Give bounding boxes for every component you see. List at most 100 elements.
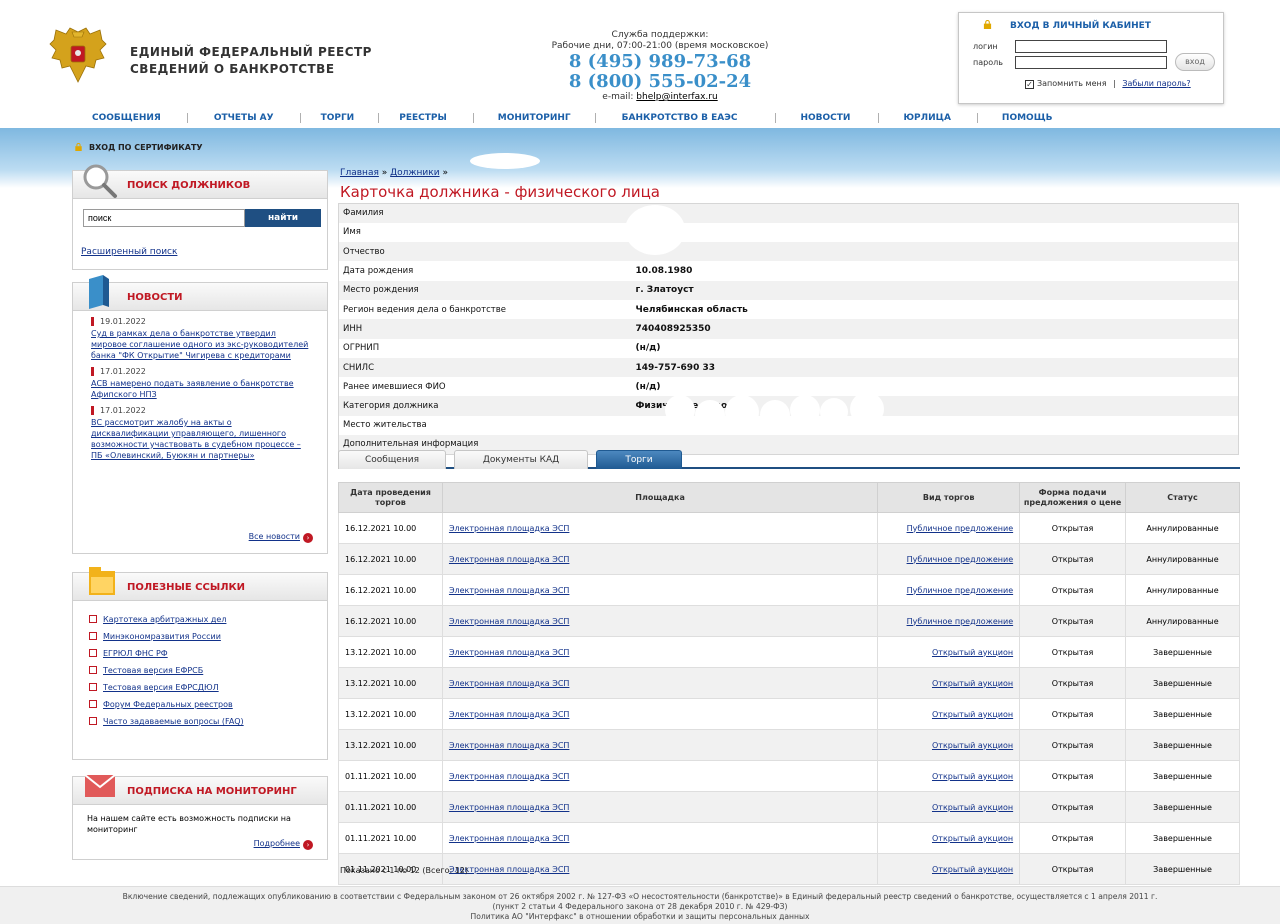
news-link[interactable]: АСВ намерено подать заявление о банкротс… — [91, 378, 311, 400]
trades-table: Дата проведения торгов Площадка Вид торг… — [338, 482, 1240, 885]
news-panel-header: НОВОСТИ — [73, 275, 327, 311]
debtor-field-value: Челябинская область — [635, 304, 748, 315]
trade-type-cell: Публичное предложение — [877, 543, 1021, 575]
trade-type-link[interactable]: Открытый аукцион — [932, 865, 1013, 874]
table-row: 01.11.2021 10.00 Электронная площадка ЭСП… — [338, 760, 1240, 792]
col-header-site[interactable]: Площадка — [441, 482, 879, 513]
book-icon — [89, 275, 109, 309]
trade-type-cell: Открытый аукцион — [877, 853, 1021, 885]
trade-form-cell: Открытая — [1019, 729, 1127, 761]
search-button[interactable]: найти — [245, 209, 321, 227]
trade-site-link[interactable]: Электронная площадка ЭСП — [449, 772, 569, 781]
password-input[interactable] — [1015, 56, 1167, 69]
trade-type-link[interactable]: Открытый аукцион — [932, 834, 1013, 843]
trade-type-link[interactable]: Публичное предложение — [907, 586, 1014, 595]
trade-site-link[interactable]: Электронная площадка ЭСП — [449, 586, 569, 595]
all-news-link[interactable]: Все новости — [249, 532, 300, 541]
trade-status-cell: Завершенные — [1125, 822, 1240, 854]
breadcrumb-sep: » — [381, 168, 388, 178]
news-date: 19.01.2022 — [91, 317, 311, 326]
table-row: 16.12.2021 10.00 Электронная площадка ЭСП… — [338, 543, 1240, 575]
debtor-field-label: Место жительства — [343, 420, 427, 431]
link-faq[interactable]: Часто задаваемые вопросы (FAQ) — [103, 717, 244, 726]
link-egrul[interactable]: ЕГРЮЛ ФНС РФ — [103, 649, 168, 658]
trade-type-link[interactable]: Публичное предложение — [907, 555, 1014, 564]
trade-site-link[interactable]: Электронная площадка ЭСП — [449, 710, 569, 719]
support-block: Служба поддержки: Рабочие дни, 07:00-21:… — [540, 30, 780, 103]
trade-type-link[interactable]: Публичное предложение — [907, 524, 1014, 533]
trade-type-link[interactable]: Открытый аукцион — [932, 648, 1013, 657]
debtor-info-row: СНИЛС 149-757-690 33 — [338, 357, 1239, 378]
trade-type-link[interactable]: Открытый аукцион — [932, 741, 1013, 750]
tab-kad-documents[interactable]: Документы КАД — [454, 450, 588, 469]
trade-site-link[interactable]: Электронная площадка ЭСП — [449, 617, 569, 626]
arrow-right-icon[interactable]: › — [303, 840, 313, 850]
table-row: 13.12.2021 10.00 Электронная площадка ЭСП… — [338, 729, 1240, 761]
forgot-password-link[interactable]: Забыли пароль? — [1122, 79, 1190, 88]
col-header-date[interactable]: Дата проведения торгов — [338, 482, 443, 513]
links-panel-header: ПОЛЕЗНЫЕ ССЫЛКИ — [73, 567, 327, 601]
login-input[interactable] — [1015, 40, 1167, 53]
trade-site-link[interactable]: Электронная площадка ЭСП — [449, 741, 569, 750]
link-test-efrsdul[interactable]: Тестовая версия ЕФРСДЮЛ — [103, 683, 219, 692]
col-header-form[interactable]: Форма подачи предложения о цене — [1019, 482, 1127, 513]
trade-type-link[interactable]: Открытый аукцион — [932, 710, 1013, 719]
nav-item-registries[interactable]: РЕЕСТРЫ — [399, 113, 447, 123]
nav-sep — [472, 113, 474, 123]
search-panel: ПОИСК ДОЛЖНИКОВ найти Расширенный поиск — [72, 164, 328, 270]
nav-sep — [878, 113, 880, 123]
trade-type-link[interactable]: Открытый аукцион — [932, 803, 1013, 812]
arrow-right-icon[interactable]: › — [303, 533, 313, 543]
lock-icon — [983, 20, 992, 29]
breadcrumb-debtors[interactable]: Должники — [390, 168, 439, 178]
site-logo-text[interactable]: ЕДИНЫЙ ФЕДЕРАЛЬНЫЙ РЕЕСТР СВЕДЕНИЙ О БАН… — [130, 44, 372, 78]
table-row: 16.12.2021 10.00 Электронная площадка ЭСП… — [338, 512, 1240, 544]
tab-messages[interactable]: Сообщения — [338, 450, 446, 469]
debtor-field-value — [631, 242, 1239, 262]
nav-item-trades[interactable]: ТОРГИ — [321, 113, 355, 123]
redaction-blob — [665, 395, 695, 425]
login-button[interactable]: вход — [1175, 53, 1215, 71]
trade-status-cell: Аннулированные — [1125, 543, 1240, 575]
trades-body: 16.12.2021 10.00 Электронная площадка ЭСП… — [338, 512, 1240, 885]
page-title: Карточка должника - физического лица — [340, 183, 661, 201]
news-panel-title: НОВОСТИ — [127, 292, 183, 303]
nav-item-eaeu[interactable]: БАНКРОТСТВО В ЕАЭС — [622, 113, 738, 123]
nav-item-messages[interactable]: СООБЩЕНИЯ — [92, 113, 161, 123]
link-item: Минэкономразвития России — [89, 628, 327, 645]
login-title[interactable]: ВХОД В ЛИЧНЫЙ КАБИНЕТ — [983, 20, 1151, 31]
nav-item-legal[interactable]: ЮРЛИЦА — [903, 113, 950, 123]
col-header-status[interactable]: Статус — [1125, 482, 1240, 513]
search-input[interactable] — [83, 209, 245, 227]
trade-site-link[interactable]: Электронная площадка ЭСП — [449, 834, 569, 843]
trade-site-link[interactable]: Электронная площадка ЭСП — [449, 803, 569, 812]
subscribe-more-link[interactable]: Подробнее — [254, 839, 300, 848]
remember-checkbox[interactable]: ✓ — [1025, 80, 1034, 89]
tab-trades[interactable]: Торги — [596, 450, 682, 469]
link-test-efrsb[interactable]: Тестовая версия ЕФРСБ — [103, 666, 203, 675]
trade-site-link[interactable]: Электронная площадка ЭСП — [449, 648, 569, 657]
nav-item-reports[interactable]: ОТЧЕТЫ АУ — [214, 113, 274, 123]
nav-item-monitoring[interactable]: МОНИТОРИНГ — [498, 113, 571, 123]
breadcrumb-home[interactable]: Главная — [340, 168, 379, 178]
footer-line-3[interactable]: Политика АО "Интерфакс" в отношении обра… — [0, 912, 1280, 922]
trade-site-link[interactable]: Электронная площадка ЭСП — [449, 555, 569, 564]
link-minek[interactable]: Минэкономразвития России — [103, 632, 221, 641]
link-forum[interactable]: Форум Федеральных реестров — [103, 700, 233, 709]
nav-item-news[interactable]: НОВОСТИ — [800, 113, 850, 123]
link-kad[interactable]: Картотека арбитражных дел — [103, 615, 226, 624]
news-link[interactable]: ВС рассмотрит жалобу на акты о дисквалиф… — [91, 417, 311, 461]
col-header-type[interactable]: Вид торгов — [877, 482, 1021, 513]
nav-sep — [378, 113, 380, 123]
support-title: Служба поддержки: — [611, 30, 709, 40]
advanced-search-link[interactable]: Расширенный поиск — [81, 247, 177, 257]
certificate-login[interactable]: ВХОД ПО СЕРТИФИКАТУ — [74, 143, 203, 152]
trade-type-link[interactable]: Открытый аукцион — [932, 772, 1013, 781]
news-link[interactable]: Суд в рамках дела о банкротстве утвердил… — [91, 328, 311, 361]
support-email-link[interactable]: bhelp@interfax.ru — [636, 92, 717, 102]
trade-type-link[interactable]: Открытый аукцион — [932, 679, 1013, 688]
nav-item-help[interactable]: ПОМОЩЬ — [1002, 113, 1053, 123]
trade-site-link[interactable]: Электронная площадка ЭСП — [449, 524, 569, 533]
trade-type-link[interactable]: Публичное предложение — [907, 617, 1014, 626]
trade-site-link[interactable]: Электронная площадка ЭСП — [449, 679, 569, 688]
